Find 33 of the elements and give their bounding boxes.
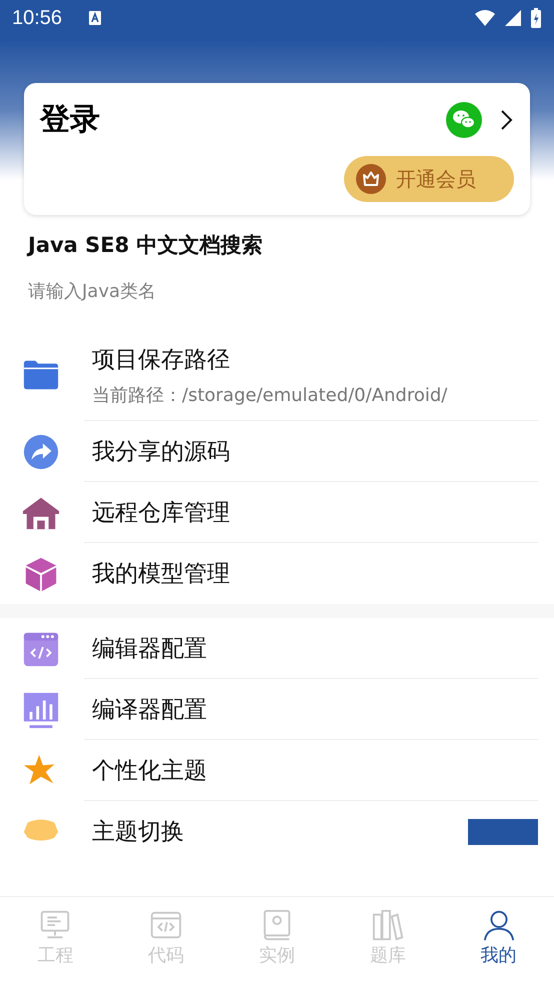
battery-icon [530,7,542,29]
settings-item[interactable]: 远程仓库管理 [0,482,554,543]
item-label: 我分享的源码 [92,438,231,467]
keyboard-icon [88,10,102,26]
books-icon [370,909,405,943]
settings-item[interactable]: 编辑器配置 [0,618,554,679]
wechat-icon[interactable] [446,102,482,138]
crown-icon [356,164,386,194]
nav-tab[interactable]: 我的 [443,897,554,984]
login-title: 登录 [40,101,101,139]
settings-item[interactable]: 个性化主题 [0,740,554,801]
item-label: 远程仓库管理 [92,499,231,528]
settings-item[interactable]: 我分享的源码 [0,421,554,482]
search-field[interactable]: 请输入Java类名 [28,277,328,305]
item-label: 编辑器配置 [92,635,208,664]
item-label: 编译器配置 [92,696,208,725]
item-label: 项目保存路径 [92,346,231,374]
item-subtitle: 当前路径：/storage/emulated/0/Android/ [92,384,448,406]
settings-item[interactable]: 项目保存路径 当前路径：/storage/emulated/0/Android/ [0,329,554,421]
settings-item[interactable]: 编译器配置 [0,679,554,740]
bar-chart-icon [22,690,60,728]
signal-icon [504,9,522,27]
person-icon [482,909,516,943]
item-label: 主题切换 [92,818,185,847]
item-label: 我的模型管理 [92,560,231,589]
item-label: 个性化主题 [92,757,208,786]
login-card[interactable]: 登录 开通会员 [24,83,530,215]
status-time: 10:56 [12,6,62,30]
section-title: Java SE8 中文文档搜索 [28,232,264,259]
settings-item[interactable]: 我的模型管理 [0,543,554,604]
settings-item[interactable]: 主题切换 [0,801,554,862]
wifi-icon [474,9,496,27]
share-icon [22,432,60,470]
